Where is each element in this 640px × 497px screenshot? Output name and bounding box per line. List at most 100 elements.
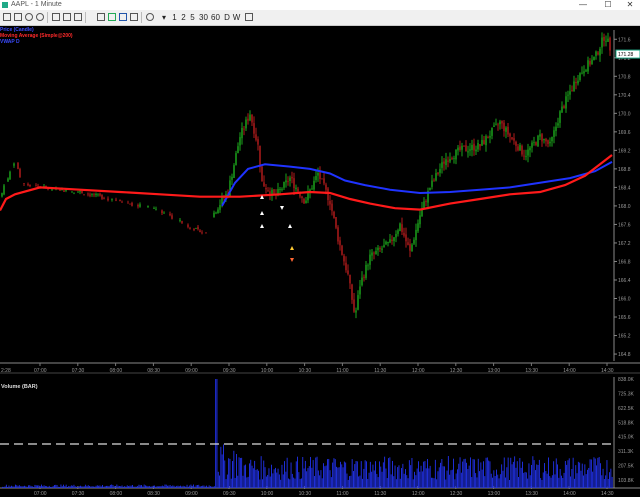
candle-body: [29, 184, 31, 187]
volume-bar: [488, 460, 490, 488]
interval-30-button[interactable]: 30: [198, 12, 209, 23]
maximize-button[interactable]: ☐: [600, 0, 616, 10]
candle-body: [365, 264, 367, 278]
interval-1-button[interactable]: 1: [171, 12, 178, 23]
candle-body: [407, 242, 409, 245]
volume-bar: [546, 473, 548, 488]
candle-body: [331, 203, 333, 211]
volume-bar: [247, 476, 249, 488]
interval-2-button[interactable]: 2: [180, 12, 187, 23]
candle-body: [201, 232, 203, 234]
cursor-icon[interactable]: [63, 13, 71, 21]
volume-bar: [484, 476, 486, 488]
volume-bar: [33, 486, 35, 488]
dropdown-icon[interactable]: ▾: [160, 12, 168, 23]
volume-bar: [259, 479, 261, 488]
volume-bar: [124, 486, 126, 488]
volume-bar: [20, 486, 22, 488]
close-button[interactable]: ✕: [622, 0, 638, 10]
volume-tick-label: 622.5K: [618, 406, 635, 412]
volume-bar: [437, 471, 439, 488]
price-tick-label: 170.4: [618, 93, 631, 99]
candle-body: [93, 194, 95, 196]
volume-bar: [293, 477, 295, 488]
candle-body: [465, 145, 467, 152]
volume-bar: [202, 485, 204, 488]
volume-bar: [572, 457, 574, 488]
text-icon[interactable]: [52, 13, 60, 21]
price-chart[interactable]: 171.6171.2170.8170.4170.0169.6169.2168.8…: [0, 26, 640, 497]
minimize-button[interactable]: —: [575, 0, 591, 10]
candle-body: [161, 210, 163, 214]
volume-bar: [265, 476, 267, 488]
pan-icon[interactable]: [14, 13, 22, 21]
candle-body: [263, 182, 265, 187]
candle-body: [603, 36, 605, 41]
interval-day-button[interactable]: D: [223, 12, 231, 23]
candle-body: [213, 212, 215, 218]
volume-bar: [431, 477, 432, 488]
indicator-icon[interactable]: [74, 13, 82, 21]
volume-bar: [355, 460, 357, 488]
clock-icon[interactable]: [146, 13, 154, 21]
candle-body: [579, 73, 581, 80]
volume-bar: [397, 467, 399, 488]
candle-body: [479, 144, 481, 147]
volume-bar: [61, 486, 63, 488]
flag-icon[interactable]: [97, 13, 105, 21]
settings-icon[interactable]: [245, 13, 253, 21]
interval-60-button[interactable]: 60: [210, 12, 221, 23]
candle-body: [393, 237, 395, 242]
volume-bar: [37, 485, 38, 488]
volume-bar: [223, 444, 224, 488]
volume-bar: [117, 485, 119, 488]
volume-bar: [571, 468, 573, 488]
drawing-icon[interactable]: [119, 13, 127, 21]
ruler-icon[interactable]: [108, 13, 116, 21]
volume-bar: [146, 485, 148, 488]
candle-body: [147, 206, 149, 208]
volume-bar: [249, 463, 250, 488]
interval-week-button[interactable]: W: [232, 12, 241, 23]
volume-bar: [392, 460, 393, 488]
volume-bar: [475, 473, 477, 488]
volume-bar: [226, 474, 228, 488]
volume-bar: [506, 467, 508, 488]
volume-bar: [434, 459, 436, 488]
candle-body: [235, 153, 237, 166]
candle-body: [491, 127, 493, 136]
zoom-in-icon[interactable]: [25, 13, 33, 21]
volume-bar: [544, 463, 545, 488]
volume-bar: [415, 475, 417, 488]
crosshair-icon[interactable]: [3, 13, 11, 21]
volume-bar: [483, 461, 484, 488]
volume-bar: [85, 484, 87, 488]
list-icon[interactable]: [130, 13, 138, 21]
volume-bar: [56, 484, 58, 488]
candle-body: [457, 147, 459, 151]
candle-body: [481, 140, 483, 146]
candle-body: [189, 228, 191, 229]
candle-body: [101, 194, 103, 199]
volume-tick-label: 311.3K: [618, 449, 634, 455]
volume-bar: [345, 462, 347, 488]
volume-bar: [408, 460, 410, 488]
volume-bar: [272, 473, 274, 488]
time-tick-label: 07:30: [72, 368, 85, 374]
volume-bar: [106, 485, 107, 488]
volume-bar: [382, 462, 384, 488]
volume-bar: [243, 465, 245, 488]
candle-body: [1, 193, 3, 197]
volume-bar: [481, 469, 483, 488]
time-tick-label: 12:00: [412, 368, 425, 374]
time-tick-label: 14:30: [601, 491, 614, 497]
volume-bar: [199, 486, 201, 488]
interval-5-button[interactable]: 5: [189, 12, 196, 23]
volume-bar: [121, 485, 123, 488]
candle-body: [543, 138, 545, 141]
candle-body: [561, 106, 563, 113]
volume-bar: [559, 468, 561, 488]
zoom-out-icon[interactable]: [36, 13, 44, 21]
volume-bar: [590, 459, 592, 488]
candle-body: [423, 201, 425, 209]
